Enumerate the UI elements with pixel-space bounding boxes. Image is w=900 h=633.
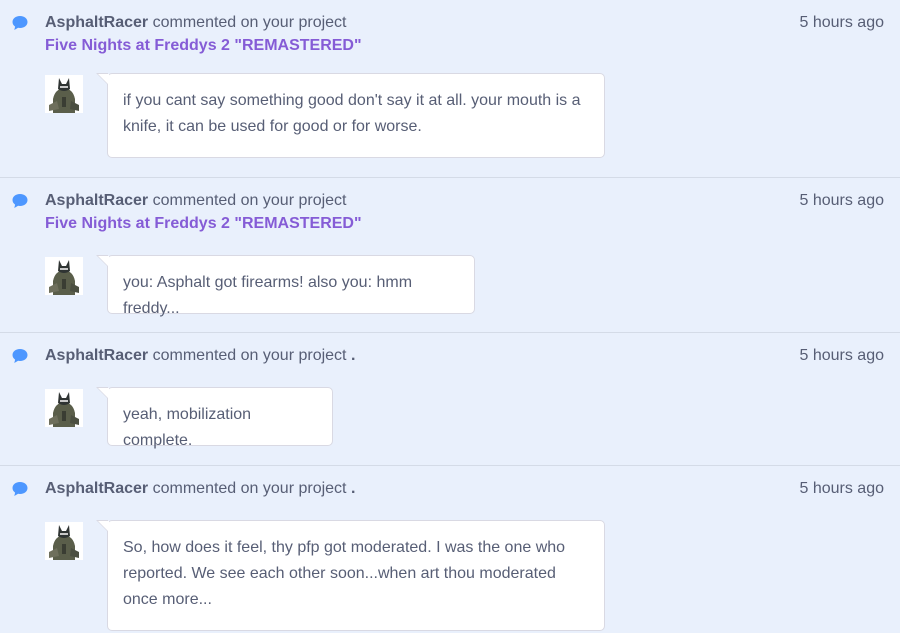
comment-text: So, how does it feel, thy pfp got modera… [123,539,566,608]
activity-verb: commented on your project [152,347,347,364]
username-link[interactable]: AsphaltRacer [45,14,148,31]
activity-verb: commented on your project [152,14,347,31]
activity-verb: commented on your project [152,192,347,209]
activity-item: AsphaltRacer commented on your project 5… [0,178,900,333]
username-link[interactable]: AsphaltRacer [45,347,148,364]
comment-bubble: if you cant say something good don't say… [96,73,605,158]
project-link[interactable]: Five Nights at Freddys 2 "REMASTERED" [45,214,362,234]
username-link[interactable]: AsphaltRacer [45,192,148,209]
timestamp: 5 hours ago [799,192,884,209]
comment-bubble: yeah, mobilization complete. [96,387,333,449]
activity-item: AsphaltRacer commented on your project .… [0,466,900,633]
activity-verb: commented on your project [152,480,347,497]
comment-text: if you cant say something good don't say… [123,92,581,135]
avatar[interactable] [45,522,83,560]
comment-text: yeah, mobilization complete. [123,406,252,449]
timestamp: 5 hours ago [799,347,884,364]
comment-icon [12,482,28,496]
activity-header: AsphaltRacer commented on your project [45,191,346,211]
timestamp: 5 hours ago [799,14,884,31]
project-link-empty[interactable]: . [351,480,355,497]
comment-bubble: So, how does it feel, thy pfp got modera… [96,520,605,631]
avatar[interactable] [45,75,83,113]
project-link-empty[interactable]: . [351,347,355,364]
activity-header: AsphaltRacer commented on your project . [45,346,355,366]
activity-feed: AsphaltRacer commented on your project 5… [0,0,900,633]
activity-item: AsphaltRacer commented on your project 5… [0,0,900,178]
comment-bubble: you: Asphalt got firearms! also you: hmm… [96,255,475,317]
username-link[interactable]: AsphaltRacer [45,480,148,497]
activity-header: AsphaltRacer commented on your project . [45,479,355,499]
comment-icon [12,194,28,208]
activity-header: AsphaltRacer commented on your project [45,13,346,33]
avatar[interactable] [45,389,83,427]
avatar[interactable] [45,257,83,295]
comment-icon [12,16,28,30]
comment-text: you: Asphalt got firearms! also you: hmm… [123,274,413,317]
activity-item: AsphaltRacer commented on your project .… [0,333,900,466]
comment-icon [12,349,28,363]
timestamp: 5 hours ago [799,480,884,497]
project-link[interactable]: Five Nights at Freddys 2 "REMASTERED" [45,36,362,56]
